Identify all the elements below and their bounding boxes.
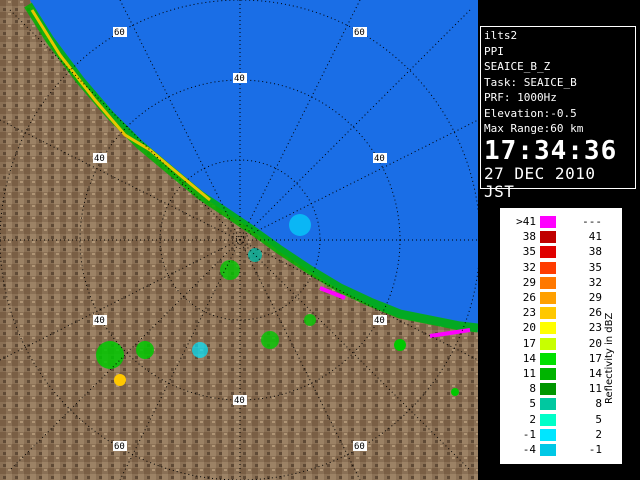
scale-color-swatch — [540, 216, 556, 228]
scale-color-swatch — [540, 413, 556, 426]
scale-color-swatch — [540, 428, 556, 441]
scale-min-label: -1 — [522, 427, 536, 441]
scale-color-swatch — [540, 444, 556, 456]
scale-color-swatch — [540, 337, 556, 350]
site-name: ilts2 — [484, 29, 518, 42]
scale-min-label: 32 — [522, 260, 536, 274]
task-name: Task: SEAICE_B — [484, 75, 577, 89]
observation-time: 17:34:36 — [484, 135, 618, 166]
scale-min-label: 20 — [522, 321, 536, 335]
scale-color-swatch — [540, 398, 556, 411]
svg-text:40: 40 — [374, 316, 385, 326]
ring-label-60-top-right: 60 — [353, 27, 367, 38]
scale-min-label: 26 — [522, 291, 536, 304]
radar-info-panel: ilts2 PPI SEAICE_B_Z Task: SEAICE_B PRF:… — [480, 26, 636, 200]
scale-min-label: -4 — [522, 443, 536, 456]
scale-min-label: 23 — [522, 306, 536, 320]
scale-color-swatch — [540, 322, 556, 335]
ring-label-40-lower-left: 40 — [93, 315, 107, 326]
scale-color-swatch — [540, 276, 556, 289]
scale-min-label: 29 — [522, 275, 536, 289]
svg-text:60: 60 — [114, 442, 125, 452]
elevation-value: Elevation:-0.5 — [484, 106, 577, 120]
product-type: PPI — [484, 44, 504, 58]
radar-ppi-svg: 60 60 40 40 40 40 40 40 60 60 — [0, 0, 478, 480]
ring-label-40-upper-right: 40 — [373, 153, 387, 164]
product-code: SEAICE_B_Z — [484, 60, 551, 73]
scale-row: -4 -1 — [500, 444, 622, 462]
scale-color-swatch — [540, 292, 556, 304]
scale-max-label: 5 — [595, 412, 602, 426]
radar-display: 60 60 40 40 40 40 40 40 60 60 ilts2 PPI … — [0, 0, 640, 480]
scale-max-label: 17 — [588, 351, 602, 365]
scale-min-label: >41 — [516, 215, 536, 228]
ring-label-40-bottom: 40 — [233, 395, 247, 406]
scale-max-label: 2 — [595, 427, 602, 441]
svg-text:60: 60 — [114, 28, 125, 38]
scale-color-swatch — [540, 352, 556, 365]
scale-max-label: 11 — [588, 382, 602, 396]
observation-date: 27 DEC 2010 JST — [484, 163, 596, 201]
prf-value: PRF: 1000Hz — [484, 91, 557, 104]
scale-min-label: 14 — [522, 351, 536, 365]
radar-ppi-map: 60 60 40 40 40 40 40 40 60 60 — [0, 0, 478, 480]
ring-label-60-top-left: 60 — [113, 27, 127, 38]
scale-min-label: 5 — [529, 397, 536, 411]
scale-max-label: 35 — [588, 260, 602, 274]
scale-min-label: 17 — [522, 336, 536, 350]
scale-color-swatch — [540, 383, 556, 396]
svg-text:40: 40 — [234, 74, 245, 84]
scale-max-label: 41 — [588, 230, 602, 244]
scale-max-label: 14 — [588, 367, 602, 380]
scale-max-label: --- — [582, 215, 602, 228]
scale-min-label: 2 — [529, 412, 536, 426]
scale-color-swatch — [540, 231, 556, 244]
scale-max-label: 26 — [588, 306, 602, 320]
scale-min-label: 8 — [529, 382, 536, 396]
scale-max-label: -1 — [588, 443, 602, 456]
scale-color-swatch — [540, 246, 556, 259]
scale-color-swatch — [540, 307, 556, 320]
ring-label-60-bottom-right: 60 — [353, 441, 367, 452]
ring-label-40-top: 40 — [233, 73, 247, 84]
svg-text:60: 60 — [354, 28, 365, 38]
ring-label-40-upper-left: 40 — [93, 153, 107, 164]
svg-text:40: 40 — [94, 154, 105, 164]
scale-min-label: 11 — [522, 367, 536, 380]
scale-max-label: 29 — [588, 291, 602, 304]
scale-unit-label: Reflectivity in dBZ — [604, 312, 615, 404]
max-range-value: Max Range:60 km — [484, 122, 584, 135]
scale-color-swatch — [540, 261, 556, 274]
ring-label-40-lower-right: 40 — [373, 315, 387, 326]
svg-text:40: 40 — [234, 396, 245, 406]
scale-max-label: 38 — [588, 245, 602, 259]
svg-text:40: 40 — [94, 316, 105, 326]
scale-max-label: 32 — [588, 275, 602, 289]
scale-min-label: 35 — [522, 245, 536, 259]
svg-text:60: 60 — [354, 442, 365, 452]
scale-max-label: 23 — [588, 321, 602, 335]
svg-text:40: 40 — [374, 154, 385, 164]
scale-min-label: 38 — [522, 230, 536, 244]
scale-max-label: 8 — [595, 397, 602, 411]
scale-color-swatch — [540, 368, 556, 380]
scale-max-label: 20 — [588, 336, 602, 350]
ring-label-60-bottom-left: 60 — [113, 441, 127, 452]
